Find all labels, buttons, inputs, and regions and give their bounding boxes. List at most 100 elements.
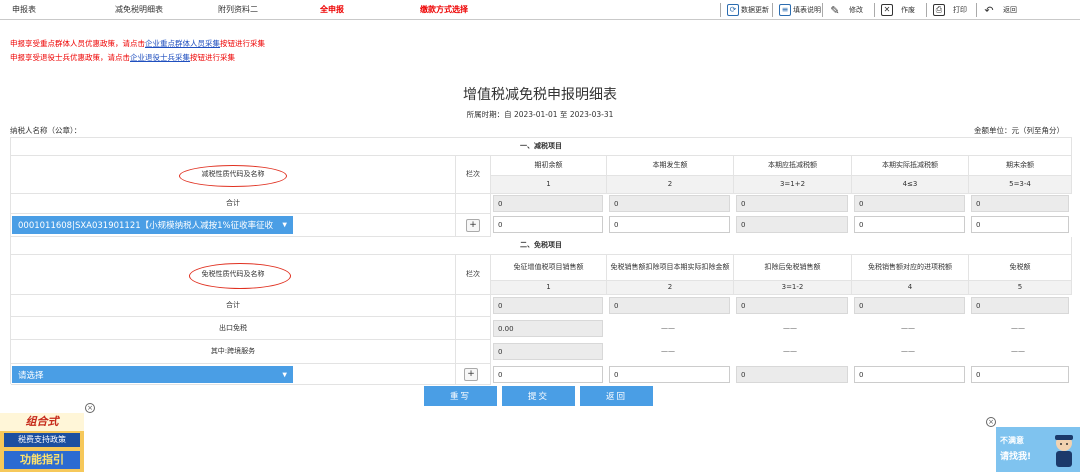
section2-total-deduction: 0: [609, 297, 730, 314]
banner-guide-text: 功能指引: [4, 451, 80, 469]
data-update-button[interactable]: ⟳ 数据更新: [720, 2, 769, 18]
column-number: 3=1-2: [734, 281, 852, 295]
back-button[interactable]: 返回: [580, 386, 653, 406]
export-exemption-label: 出口免税: [11, 317, 456, 340]
section1-current-amount-input[interactable]: 0: [609, 216, 730, 233]
section1-closing-balance-input[interactable]: 0: [971, 216, 1069, 233]
section1-opening-balance-input[interactable]: 0: [493, 216, 603, 233]
empty-cell-dash: ——: [783, 324, 797, 332]
section2-title: 二、免税项目: [11, 237, 1072, 255]
export-exempt-sales-value: 0.00: [493, 320, 603, 337]
exemption-code-select-value: 请选择: [18, 370, 44, 381]
feedback-widget[interactable]: 不满意 请找我!: [996, 427, 1080, 472]
submit-button[interactable]: 提交: [502, 386, 575, 406]
column-header: 期初余额: [491, 156, 607, 176]
mascot-icon: [1052, 433, 1076, 469]
exemption-code-select[interactable]: 请选择 ▼: [12, 366, 293, 383]
row-number-header: 栏次: [456, 255, 491, 295]
section2-total-net-exempt-sales: 0: [736, 297, 848, 314]
notice-text: 按钮进行采集: [190, 53, 235, 62]
void-button[interactable]: ✕ 作废: [874, 2, 915, 18]
section2-deduction-input[interactable]: 0: [609, 366, 730, 383]
tab-declaration-form[interactable]: 申报表: [12, 4, 36, 15]
column-number: 4≤3: [852, 176, 969, 194]
section2-exempt-sales-input[interactable]: 0: [493, 366, 603, 383]
veterans-collect-link[interactable]: 企业退役士兵采集: [130, 53, 190, 62]
add-row-button[interactable]: +: [466, 219, 480, 232]
pencil-icon: ✎: [830, 3, 840, 17]
toolbar-divider: [874, 3, 875, 17]
tab-tax-relief-detail[interactable]: 减免税明细表: [115, 4, 163, 15]
empty-cell-dash: ——: [1011, 324, 1025, 332]
top-nav-bar: 申报表 减免税明细表 附列资料二 全申报 缴款方式选择 ⟳ 数据更新 ≡ 填表说…: [0, 0, 1080, 20]
empty-cell-dash: ——: [901, 324, 915, 332]
section1-title: 一、减税项目: [11, 138, 1072, 156]
column-header: 扣除后免税销售额: [734, 255, 852, 281]
section2-total-exempt-sales: 0: [493, 297, 603, 314]
row-number-header: 栏次: [456, 156, 491, 194]
empty-cell-dash: ——: [661, 324, 675, 332]
fill-guide-button[interactable]: ≡ 填表说明: [772, 2, 821, 18]
banner-headline: 组合式: [0, 413, 84, 431]
amount-unit-label: 金额单位：元（列至角分）: [974, 126, 1064, 135]
column-number: 2: [607, 281, 734, 295]
relief-code-select-value: 0001011608|SXA031901121【小规模纳税人减按1%征收率征收: [18, 221, 274, 231]
empty-cell-dash: ——: [783, 347, 797, 355]
column-header: 期末余额: [969, 156, 1072, 176]
fill-guide-label: 填表说明: [793, 6, 821, 14]
column-header: 免征增值税项目销售额: [491, 255, 607, 281]
print-label: 打印: [953, 6, 967, 14]
column-number: 4: [852, 281, 969, 295]
section2-total-input-tax: 0: [854, 297, 965, 314]
print-button[interactable]: ⎙ 打印: [926, 2, 967, 18]
row-number-cell: [456, 295, 491, 317]
taxpayer-name-label: 纳税人名称（公章）：: [10, 126, 82, 135]
printer-icon: ⎙: [933, 4, 945, 16]
row-number-cell: [456, 194, 491, 214]
notice-veterans: 申报享受退役士兵优惠政策，请点击企业退役士兵采集按钮进行采集: [10, 52, 235, 63]
tax-period: 所属时期：自 2023-01-01 至 2023-03-31: [466, 110, 614, 119]
relief-code-select[interactable]: 0001011608|SXA031901121【小规模纳税人减按1%征收率征收 …: [12, 216, 293, 234]
notice-text: 按钮进行采集: [220, 39, 265, 48]
notice-key-groups: 申报享受重点群体人员优惠政策，请点击企业重点群体人员采集按钮进行采集: [10, 38, 265, 49]
section1-total-opening-balance: 0: [493, 195, 603, 212]
section2-total-label: 合计: [11, 295, 456, 317]
section2-exempt-amount-input[interactable]: 0: [971, 366, 1069, 383]
tab-full-declaration[interactable]: 全申报: [320, 4, 344, 15]
section2-input-tax-input[interactable]: 0: [854, 366, 965, 383]
close-promo-right-button[interactable]: ×: [986, 417, 996, 427]
section1-total-actual-deduction: 0: [854, 195, 965, 212]
column-number: 5: [969, 281, 1072, 295]
document-icon: ≡: [779, 4, 791, 16]
section1-total-closing-balance: 0: [971, 195, 1069, 212]
banner-subtitle: 税费支持政策: [4, 433, 80, 447]
section1-actual-deduction-input[interactable]: 0: [854, 216, 965, 233]
toolbar-divider: [926, 3, 927, 17]
column-header: 本期发生额: [607, 156, 734, 176]
column-number: 3=1+2: [734, 176, 852, 194]
empty-cell-dash: ——: [661, 347, 675, 355]
tab-attached-data-2[interactable]: 附列资料二: [218, 4, 258, 15]
column-header: 免税销售额扣除项目本期实际扣除金额: [607, 255, 734, 281]
chevron-down-icon: ▼: [282, 221, 287, 229]
cross-border-services-label: 其中:跨境服务: [11, 340, 456, 364]
tab-payment-method[interactable]: 缴款方式选择: [420, 4, 468, 15]
back-label: 返回: [1003, 6, 1017, 14]
edit-button[interactable]: ✎ 修改: [822, 2, 863, 18]
toolbar-divider: [976, 3, 977, 17]
edit-label: 修改: [849, 6, 863, 14]
chevron-down-icon: ▼: [282, 371, 287, 378]
void-document-icon: ✕: [881, 4, 893, 16]
policy-guide-banner[interactable]: 组合式 税费支持政策 功能指引: [0, 413, 84, 472]
close-promo-left-button[interactable]: ×: [85, 403, 95, 413]
section1-total-current-amount: 0: [609, 195, 730, 212]
annotation-circle: [179, 165, 287, 187]
section1-deductible-value: 0: [736, 216, 848, 233]
add-row-button[interactable]: +: [464, 368, 478, 381]
column-number: 1: [491, 176, 607, 194]
row-number-cell: [456, 317, 491, 340]
back-toolbar-button[interactable]: ↶ 返回: [976, 2, 1017, 18]
cross-border-exempt-sales-value: 0: [493, 343, 603, 360]
rewrite-button[interactable]: 重写: [424, 386, 497, 406]
key-groups-collect-link[interactable]: 企业重点群体人员采集: [145, 39, 220, 48]
